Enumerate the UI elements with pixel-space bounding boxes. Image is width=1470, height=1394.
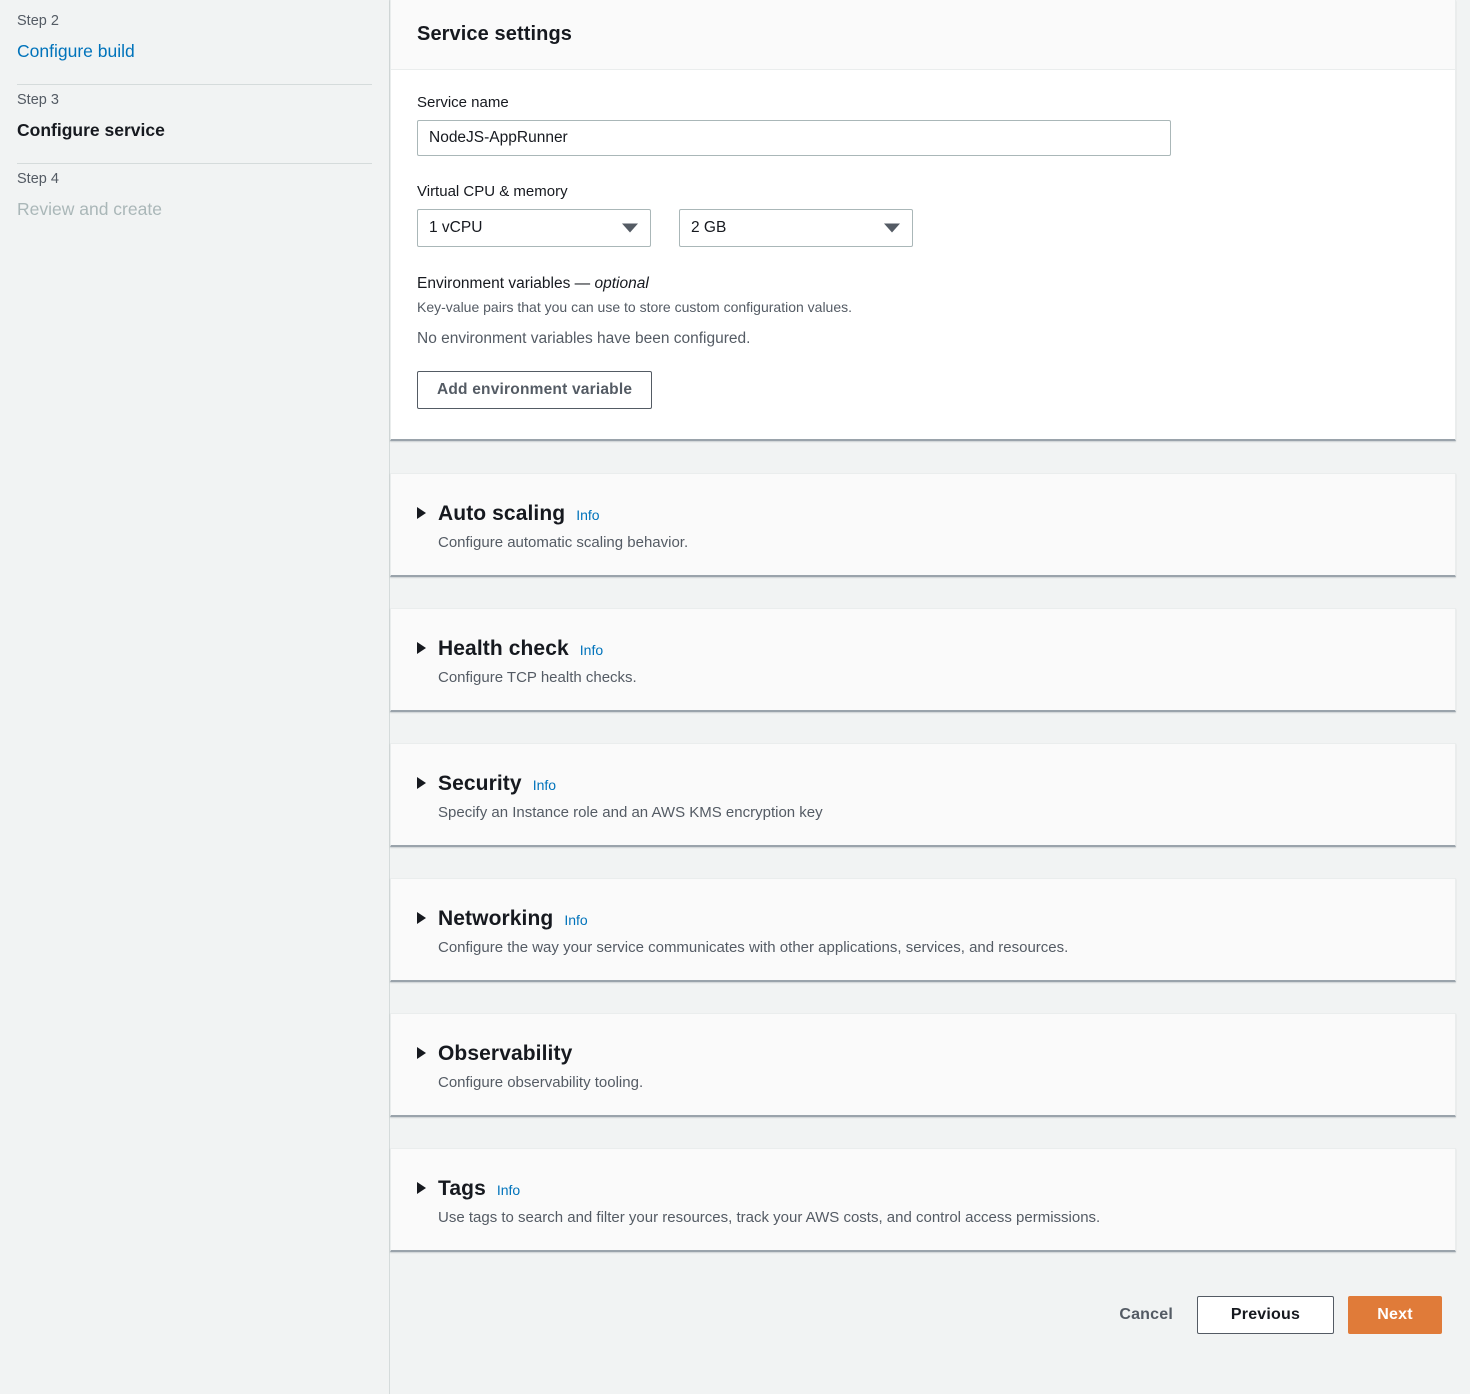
- wizard-step-3: Step 3 Configure service: [0, 85, 389, 163]
- section-title: Tags: [438, 1177, 486, 1200]
- section-tags[interactable]: Tags Info Use tags to search and filter …: [390, 1148, 1456, 1252]
- cancel-button[interactable]: Cancel: [1095, 1296, 1197, 1334]
- wizard-step-4: Step 4 Review and create: [0, 164, 389, 242]
- section-title: Security: [438, 772, 522, 795]
- step-number: Step 2: [17, 13, 59, 29]
- cpu-memory-label: Virtual CPU & memory: [417, 183, 568, 200]
- info-link[interactable]: Info: [564, 912, 587, 928]
- section-title: Networking: [438, 907, 554, 930]
- memory-select[interactable]: 2 GB: [679, 209, 913, 247]
- service-name-label: Service name: [417, 94, 509, 111]
- wizard-footer-actions: Cancel Previous Next: [390, 1285, 1456, 1345]
- next-button[interactable]: Next: [1348, 1296, 1442, 1334]
- wizard-step-2: Step 2 Configure build: [0, 0, 389, 84]
- service-name-input[interactable]: [417, 120, 1171, 156]
- vcpu-select[interactable]: 1 vCPU: [417, 209, 651, 247]
- service-settings-header: Service settings: [391, 0, 1455, 70]
- section-security-header[interactable]: Security Info: [417, 772, 1429, 796]
- previous-button[interactable]: Previous: [1197, 1296, 1334, 1334]
- environment-variables-label: Environment variables — optional: [417, 275, 1429, 293]
- environment-variables-optional-text: optional: [594, 275, 649, 292]
- page-title: Service settings: [417, 23, 573, 45]
- section-health-check-header[interactable]: Health check Info: [417, 637, 1429, 661]
- step-number: Step 3: [17, 92, 59, 109]
- section-observability[interactable]: Observability Configure observability to…: [390, 1013, 1456, 1117]
- service-settings-body: Service name Virtual CPU & memory 1 vCPU…: [391, 70, 1455, 439]
- main-content: Service settings Service name Virtual CP…: [390, 0, 1470, 1394]
- sidebar-item-configure-service[interactable]: Configure service: [17, 110, 372, 163]
- section-security[interactable]: Security Info Specify an Instance role a…: [390, 743, 1456, 847]
- chevron-right-icon[interactable]: [417, 1047, 426, 1059]
- section-description: Specify an Instance role and an AWS KMS …: [438, 804, 823, 821]
- section-description: Configure TCP health checks.: [438, 669, 637, 686]
- chevron-right-icon[interactable]: [417, 1182, 426, 1194]
- cpu-memory-row: 1 vCPU 2 GB: [417, 209, 1429, 247]
- section-description: Configure the way your service communica…: [438, 939, 1069, 956]
- info-link[interactable]: Info: [576, 507, 599, 523]
- sidebar-item-configure-build[interactable]: Configure build: [17, 31, 372, 84]
- section-title: Observability: [438, 1042, 573, 1065]
- wizard-steps-sidebar: Step 2 Configure build Step 3 Configure …: [0, 0, 390, 1394]
- vcpu-select-value: 1 vCPU: [429, 219, 483, 236]
- chevron-down-icon: [884, 223, 900, 233]
- section-auto-scaling-header[interactable]: Auto scaling Info: [417, 502, 1429, 526]
- environment-variables-description: Key-value pairs that you can use to stor…: [417, 299, 853, 315]
- environment-variables-empty-state: No environment variables have been confi…: [417, 330, 751, 347]
- step-number: Step 4: [17, 171, 59, 188]
- chevron-down-icon: [622, 223, 638, 233]
- section-description: Configure observability tooling.: [438, 1074, 644, 1091]
- chevron-right-icon[interactable]: [417, 642, 426, 654]
- chevron-right-icon[interactable]: [417, 777, 426, 789]
- section-title: Auto scaling: [438, 502, 566, 525]
- section-networking-header[interactable]: Networking Info: [417, 907, 1429, 931]
- section-title: Health check: [438, 637, 569, 660]
- add-environment-variable-button[interactable]: Add environment variable: [417, 371, 653, 409]
- environment-variables-label-text: Environment variables —: [417, 275, 595, 292]
- memory-select-value: 2 GB: [691, 219, 727, 236]
- section-auto-scaling[interactable]: Auto scaling Info Configure automatic sc…: [390, 473, 1456, 577]
- section-observability-header[interactable]: Observability: [417, 1042, 1429, 1066]
- section-description: Use tags to search and filter your resou…: [438, 1209, 1101, 1226]
- info-link[interactable]: Info: [533, 777, 556, 793]
- chevron-right-icon[interactable]: [417, 912, 426, 924]
- info-link[interactable]: Info: [497, 1182, 520, 1198]
- sidebar-item-review-and-create: Review and create: [17, 199, 162, 220]
- chevron-right-icon[interactable]: [417, 507, 426, 519]
- service-settings-panel: Service settings Service name Virtual CP…: [390, 0, 1456, 441]
- info-link[interactable]: Info: [580, 642, 603, 658]
- app-root: Step 2 Configure build Step 3 Configure …: [0, 0, 1470, 1394]
- section-health-check[interactable]: Health check Info Configure TCP health c…: [390, 608, 1456, 712]
- section-description: Configure automatic scaling behavior.: [438, 534, 689, 551]
- section-networking[interactable]: Networking Info Configure the way your s…: [390, 878, 1456, 982]
- section-tags-header[interactable]: Tags Info: [417, 1177, 1429, 1201]
